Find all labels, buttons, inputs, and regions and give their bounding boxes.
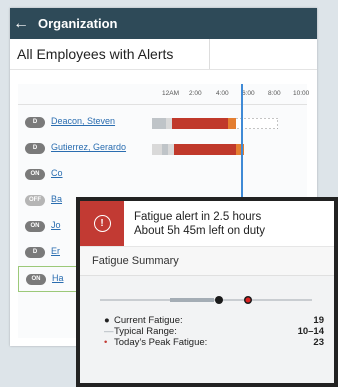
employee-name-link[interactable]: Ba <box>51 194 62 204</box>
table-row[interactable]: D Deacon, Steven <box>18 110 307 136</box>
peak-value: 23 <box>313 337 324 348</box>
status-badge: D <box>25 117 45 128</box>
status-badge: ON <box>25 221 45 232</box>
employee-name-link[interactable]: Co <box>51 168 63 178</box>
page-title: Organization <box>38 16 118 31</box>
back-arrow-icon[interactable]: ← <box>10 8 32 39</box>
fatigue-gauge <box>100 296 312 304</box>
duty-timeline-bar <box>152 144 244 155</box>
fatigue-alert-header: ! Fatigue alert in 2.5 hours About 5h 45… <box>80 201 334 247</box>
employee-name-link[interactable]: Er <box>51 246 60 256</box>
alert-line-1: Fatigue alert in 2.5 hours <box>134 210 262 223</box>
employee-name-link[interactable]: Ha <box>52 273 64 283</box>
tick-label: 10:00 <box>293 90 310 97</box>
fatigue-legend: ● Current Fatigue: 19 — Typical Range: 1… <box>104 315 324 348</box>
header-bar: ← Organization <box>10 8 317 39</box>
fatigue-popup-content: ! Fatigue alert in 2.5 hours About 5h 45… <box>80 201 334 383</box>
peak-label: Today’s Peak Fatigue: <box>114 337 208 348</box>
filter-divider <box>209 39 210 69</box>
tick-label: 2:00 <box>189 90 202 97</box>
employee-name-link[interactable]: Gutierrez, Gerardo <box>51 142 126 152</box>
alert-line-2: About 5h 45m left on duty <box>134 224 266 237</box>
alert-message: Fatigue alert in 2.5 hours About 5h 45m … <box>134 210 265 238</box>
employee-filter-select[interactable]: All Employees with Alerts <box>10 46 209 62</box>
current-label: Current Fatigue: <box>114 315 183 326</box>
fatigue-popup: ! Fatigue alert in 2.5 hours About 5h 45… <box>76 197 338 387</box>
status-badge: ON <box>25 169 45 180</box>
current-value: 19 <box>313 315 324 326</box>
summary-title: Fatigue Summary <box>80 247 334 276</box>
employee-name-link[interactable]: Deacon, Steven <box>51 116 115 126</box>
status-badge: OFF <box>25 195 45 206</box>
tick-label: 12AM <box>162 90 179 97</box>
current-dot-icon: ● <box>104 315 110 326</box>
peak-fatigue-row: • Today’s Peak Fatigue: 23 <box>104 337 324 348</box>
tick-label: 6:00 <box>242 90 255 97</box>
timeline-header: 12AM 2:00 4:00 6:00 8:00 10:00 <box>18 84 310 105</box>
range-label: Typical Range: <box>114 326 177 337</box>
filter-row: All Employees with Alerts <box>10 39 317 70</box>
table-row[interactable]: ON Co <box>18 162 307 188</box>
status-badge: D <box>25 143 45 154</box>
tick-label: 8:00 <box>268 90 281 97</box>
range-line-icon: — <box>104 326 114 337</box>
status-badge: D <box>25 247 45 258</box>
peak-dot-icon: • <box>104 337 108 348</box>
typical-range-row: — Typical Range: 10–14 <box>104 326 324 337</box>
tick-label: 4:00 <box>216 90 229 97</box>
duty-timeline-bar <box>152 118 278 129</box>
table-row[interactable]: D Gutierrez, Gerardo <box>18 136 307 162</box>
range-value: 10–14 <box>297 326 324 337</box>
fatigue-summary: Fatigue Summary ● Current Fatigue: 19 — … <box>80 247 334 383</box>
employee-name-link[interactable]: Jo <box>51 220 61 230</box>
alert-exclamation-icon: ! <box>93 215 111 232</box>
current-fatigue-row: ● Current Fatigue: 19 <box>104 315 324 326</box>
alert-icon-box: ! <box>80 201 124 246</box>
status-badge: ON <box>26 274 46 285</box>
